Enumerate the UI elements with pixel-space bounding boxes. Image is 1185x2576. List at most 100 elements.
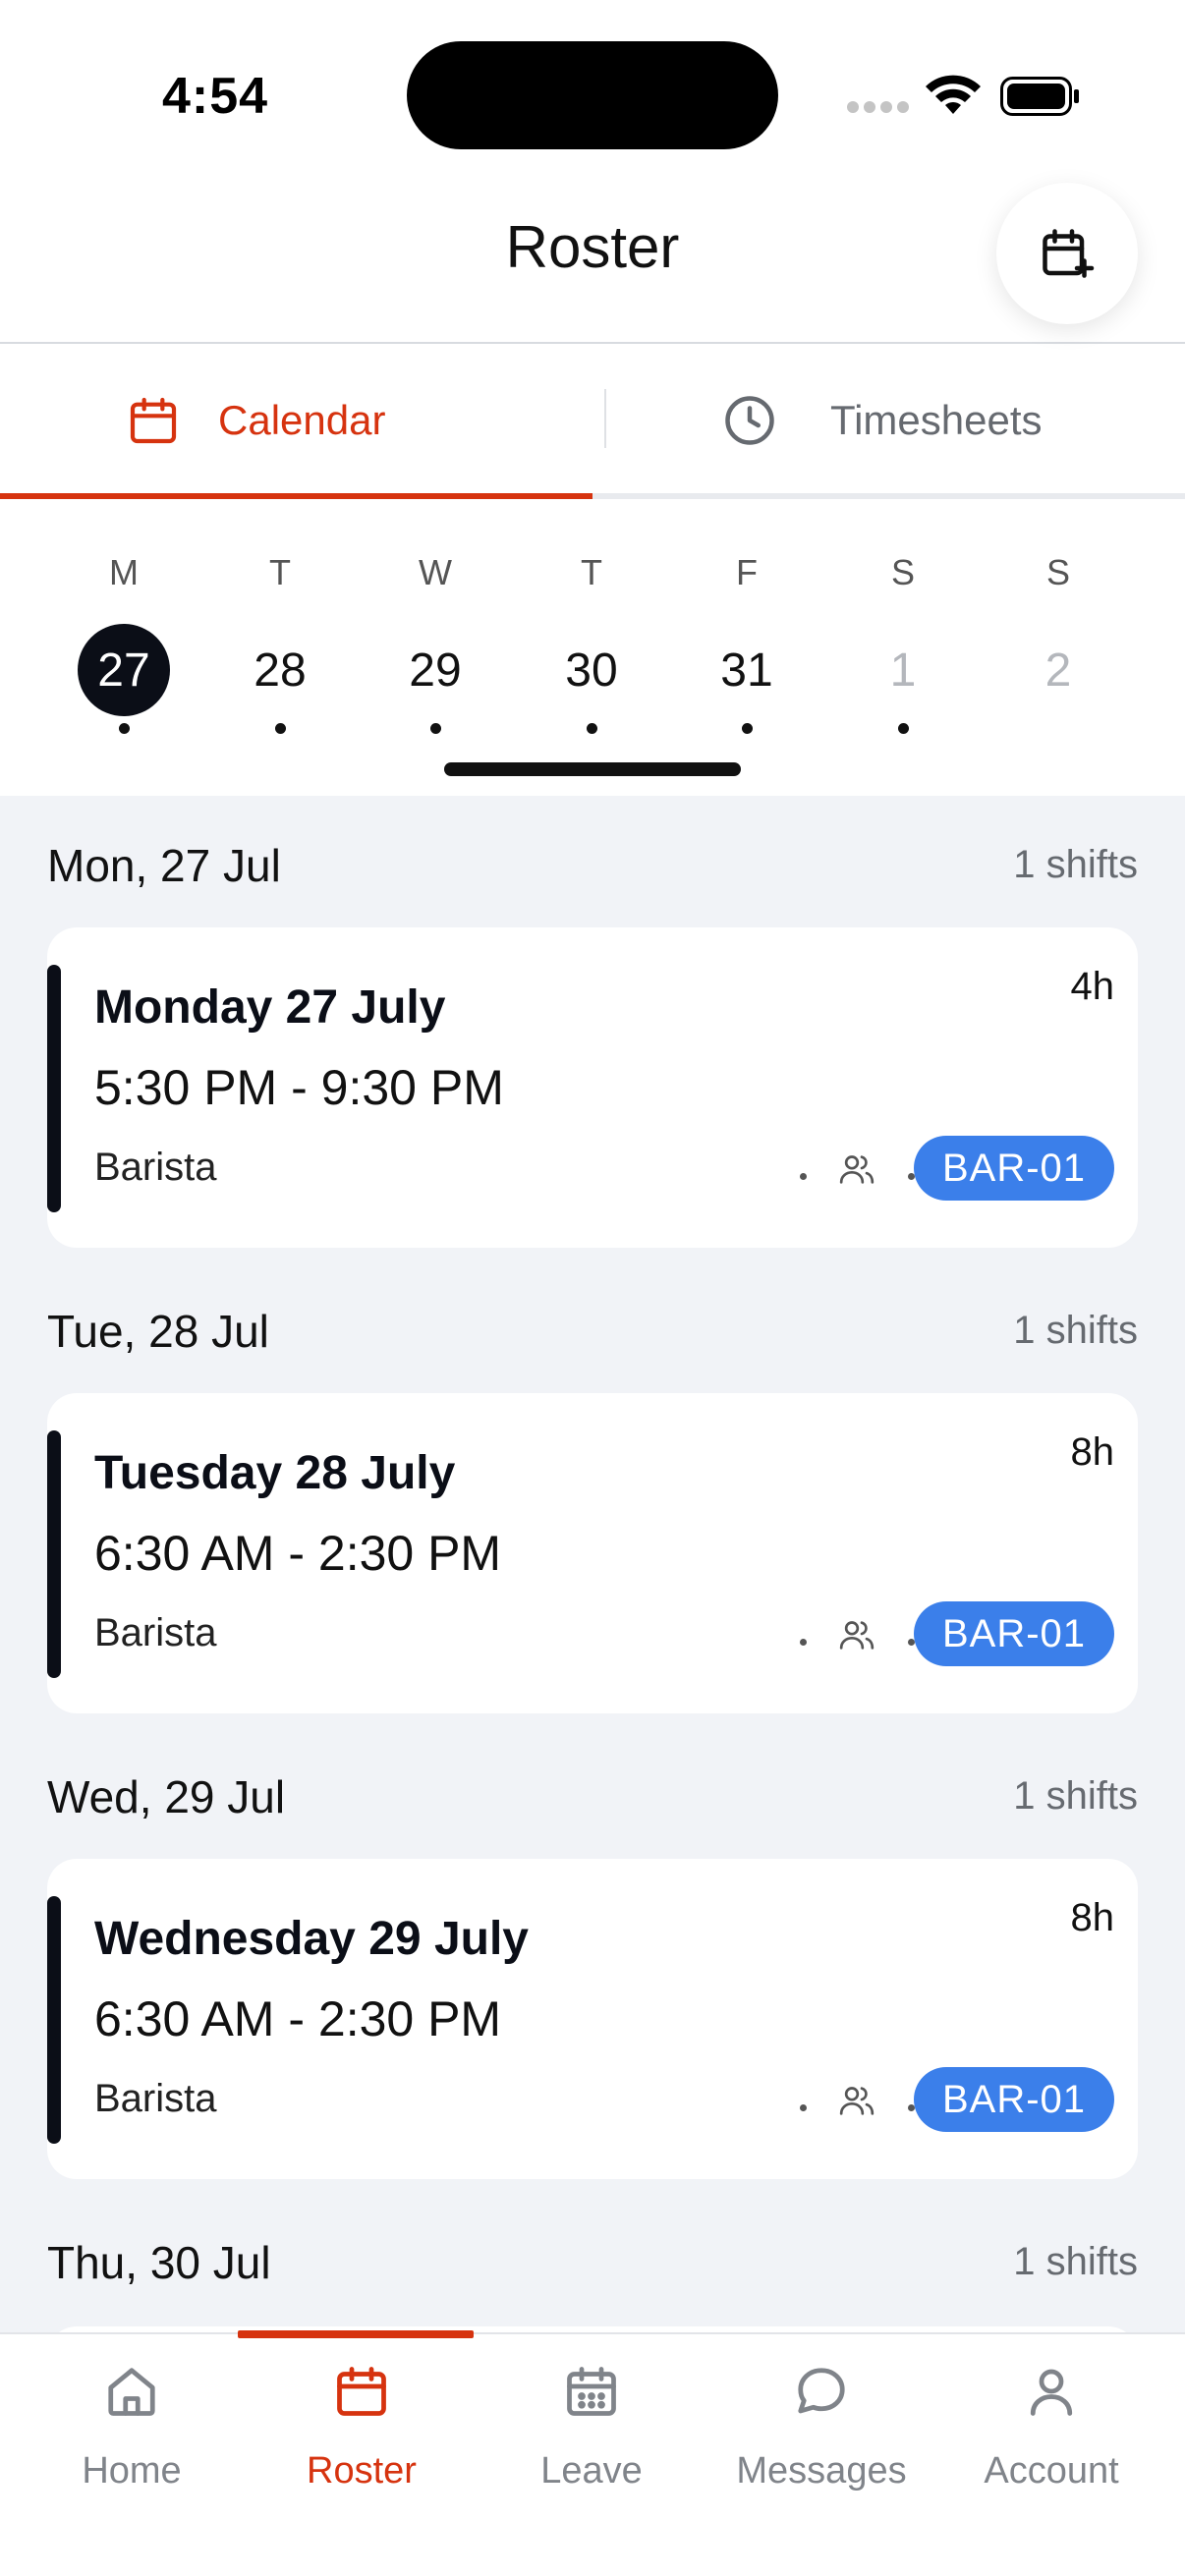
view-tabs: Calendar Timesheets	[0, 346, 1185, 501]
day-group-count: 1 shifts	[1013, 843, 1138, 886]
day-number-circle: 31	[701, 624, 793, 716]
day-cell[interactable]: F 31	[698, 501, 796, 747]
day-number-circle: 2	[1012, 624, 1104, 716]
day-letter: S	[890, 552, 915, 592]
day-group-count: 1 shifts	[1013, 1309, 1138, 1352]
day-group-header: Wed, 29 Jul 1 shifts	[47, 1770, 1138, 1829]
shift-indicator-dot	[742, 723, 753, 734]
add-to-calendar-button[interactable]	[996, 183, 1138, 324]
shift-card[interactable]: 8h Tuesday 28 July 6:30 AM - 2:30 PM Bar…	[47, 1393, 1138, 1713]
active-tab-indicator	[0, 493, 592, 499]
week-strip: M 27 T 28 W 29 T 30 F 31 S 1 S 2	[0, 501, 1185, 796]
day-cell[interactable]: S 1	[854, 501, 952, 747]
nav-item-roster[interactable]: Roster	[244, 2362, 480, 2509]
clock-icon	[725, 396, 774, 445]
day-group-date: Mon, 27 Jul	[47, 840, 281, 891]
day-letter: S	[1045, 552, 1070, 592]
shift-title: Wednesday 29 July	[94, 1913, 529, 1965]
shift-time: 6:30 AM - 2:30 PM	[94, 1991, 502, 2046]
shift-status-bar	[47, 1896, 61, 2144]
shift-indicator-dot	[587, 723, 597, 734]
station-badge: BAR-01	[914, 1601, 1114, 1666]
nav-label: Account	[984, 2450, 1119, 2492]
day-number: 27	[97, 644, 150, 697]
day-cell[interactable]: T 30	[542, 501, 641, 747]
day-number-circle: 29	[389, 624, 481, 716]
nav-item-messages[interactable]: Messages	[704, 2362, 939, 2509]
chat-bubble-icon	[798, 2368, 845, 2414]
shift-duration: 8h	[1070, 1896, 1115, 1939]
people-icon	[839, 1621, 875, 1650]
shift-time: 6:30 AM - 2:30 PM	[94, 1526, 502, 1581]
cellular-signal-icon	[847, 101, 909, 115]
nav-label: Home	[82, 2450, 182, 2492]
shift-role: Barista	[94, 2077, 217, 2120]
day-cell[interactable]: S 2	[1009, 501, 1107, 747]
dynamic-island	[407, 41, 778, 149]
people-icon	[839, 1155, 875, 1184]
station-badge: BAR-01	[914, 2067, 1114, 2132]
status-bar: 4:54	[0, 0, 1185, 167]
day-number: 28	[254, 644, 307, 697]
shift-card[interactable]: 8h Wednesday 29 July 6:30 AM - 2:30 PM B…	[47, 1859, 1138, 2179]
shift-time: 5:30 PM - 9:30 PM	[94, 1060, 504, 1115]
day-letter: M	[109, 552, 139, 592]
shift-indicator-dot	[275, 723, 286, 734]
app-header: Roster	[0, 167, 1185, 344]
day-number: 31	[720, 644, 773, 697]
day-group-count: 1 shifts	[1013, 1774, 1138, 1818]
day-group-date: Wed, 29 Jul	[47, 1771, 286, 1822]
nav-item-account[interactable]: Account	[933, 2362, 1169, 2509]
nav-active-indicator	[238, 2330, 474, 2338]
shift-title: Tuesday 28 July	[94, 1447, 456, 1499]
shift-indicator-dot	[898, 723, 909, 734]
shift-list: Mon, 27 Jul 1 shifts 4h Monday 27 July 5…	[0, 796, 1185, 2332]
shift-indicator-dot	[119, 723, 130, 734]
shift-status-bar	[47, 965, 61, 1212]
nav-item-leave[interactable]: Leave	[474, 2362, 709, 2509]
day-letter: W	[419, 552, 452, 592]
home-icon	[108, 2368, 155, 2416]
day-cell[interactable]: M 27	[75, 501, 173, 747]
day-number: 30	[565, 644, 618, 697]
battery-icon	[1000, 77, 1079, 116]
day-group-header: Mon, 27 Jul 1 shifts	[47, 839, 1138, 898]
day-group-count: 1 shifts	[1013, 2240, 1138, 2283]
shift-card[interactable]: 4h Monday 27 July 5:30 PM - 9:30 PM Bari…	[47, 927, 1138, 1248]
people-icon	[839, 2087, 875, 2115]
tab-calendar[interactable]: Calendar	[0, 346, 592, 495]
day-number-circle: 27	[78, 624, 170, 716]
day-number-circle: 30	[545, 624, 638, 716]
nav-label: Leave	[540, 2450, 643, 2492]
shift-duration: 8h	[1070, 1430, 1115, 1474]
day-group-header: Tue, 28 Jul 1 shifts	[47, 1305, 1138, 1364]
day-number-circle: 1	[857, 624, 949, 716]
bottom-nav: Home Roster Leave Messages Account	[0, 2330, 1185, 2576]
tab-timesheets[interactable]: Timesheets	[592, 346, 1185, 495]
nav-item-home[interactable]: Home	[14, 2362, 250, 2509]
day-number: 2	[1044, 644, 1072, 697]
day-letter: T	[581, 552, 602, 592]
calendar-icon	[130, 397, 177, 444]
person-icon	[1030, 2369, 1073, 2416]
nav-label: Messages	[736, 2450, 907, 2492]
shift-role: Barista	[94, 1611, 217, 1654]
nav-label: Roster	[307, 2450, 417, 2492]
day-number-circle: 28	[234, 624, 326, 716]
shift-indicator-dot	[430, 723, 441, 734]
shift-status-bar	[47, 1430, 61, 1678]
day-cell[interactable]: W 29	[386, 501, 484, 747]
drag-handle[interactable]	[444, 762, 741, 776]
day-number: 1	[889, 644, 917, 697]
day-letter: T	[269, 552, 291, 592]
tab-calendar-label: Calendar	[218, 397, 386, 443]
day-group-date: Thu, 30 Jul	[47, 2237, 271, 2288]
day-cell[interactable]: T 28	[231, 501, 329, 747]
tab-timesheets-label: Timesheets	[830, 397, 1043, 443]
calendar-grid-icon	[567, 2367, 616, 2416]
wifi-icon	[926, 75, 981, 114]
day-number: 29	[409, 644, 462, 697]
station-badge: BAR-01	[914, 1136, 1114, 1201]
separator-dot	[800, 1639, 807, 1646]
day-group-date: Tue, 28 Jul	[47, 1306, 269, 1357]
